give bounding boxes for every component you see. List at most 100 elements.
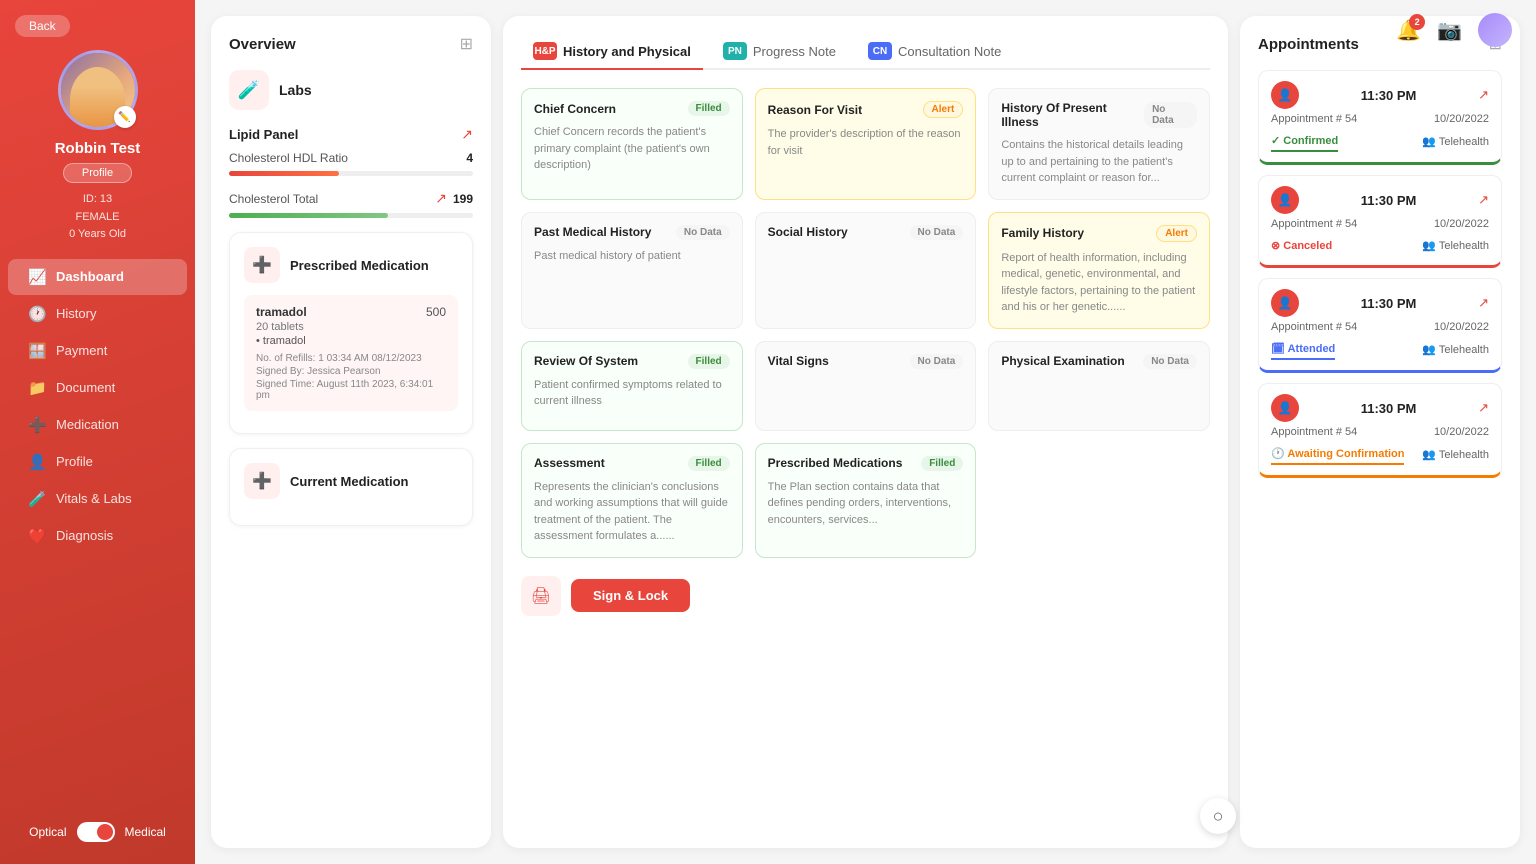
med-name: tramadol: [256, 305, 307, 319]
sidebar-item-label: Dashboard: [56, 269, 124, 284]
appt-link-icon[interactable]: ↗: [1478, 400, 1489, 416]
card-title: Assessment: [534, 456, 605, 470]
appt-time: 11:30 PM: [1361, 296, 1417, 311]
appt-type: 👥 Telehealth: [1422, 239, 1489, 252]
vitals-icon: 🧪: [28, 490, 46, 508]
lipid-edit-icon[interactable]: ↗: [461, 126, 473, 143]
sidebar-item-profile[interactable]: 👤 Profile: [8, 444, 187, 480]
appointment-card-awaiting: 👤 11:30 PM ↗ Appointment # 54 10/20/2022…: [1258, 383, 1502, 478]
appt-link-icon[interactable]: ↗: [1478, 87, 1489, 103]
tab-hp[interactable]: H&P History and Physical: [521, 34, 703, 70]
pn-badge: PN: [723, 42, 747, 60]
chol-progress-bar: [229, 213, 473, 218]
sidebar-item-diagnosis[interactable]: ❤️ Diagnosis: [8, 518, 187, 554]
card-title: Vital Signs: [768, 354, 829, 368]
chart-grid-row1: Chief Concern Filled Chief Concern recor…: [521, 88, 1210, 200]
appt-status: 🕐 Awaiting Confirmation: [1271, 444, 1404, 465]
status-badge: No Data: [910, 225, 964, 240]
notification-badge: 2: [1409, 14, 1425, 30]
card-social-history[interactable]: Social History No Data: [755, 212, 977, 329]
optical-medical-toggle[interactable]: [77, 822, 115, 842]
appt-link-icon[interactable]: ↗: [1478, 192, 1489, 208]
prescribed-med-header: ➕ Prescribed Medication: [244, 247, 458, 283]
cn-badge: CN: [868, 42, 892, 60]
appointments-title: Appointments: [1258, 36, 1359, 53]
status-badge: No Data: [676, 225, 730, 240]
med-ingredient: • tramadol: [256, 335, 446, 347]
chart-panel: H&P History and Physical PN Progress Not…: [503, 16, 1228, 848]
appt-link-icon[interactable]: ↗: [1478, 295, 1489, 311]
chol-total-row: Cholesterol Total ↗ 199: [229, 190, 473, 207]
chart-grid-row4: Assessment Filled Represents the clinici…: [521, 443, 1210, 558]
sidebar: Back ✏️ Robbin Test Profile ID: 13 FEMAL…: [0, 0, 195, 864]
card-family-history[interactable]: Family History Alert Report of health in…: [988, 212, 1210, 329]
print-button[interactable]: 🖨: [521, 576, 561, 616]
appt-type: 👥 Telehealth: [1422, 343, 1489, 356]
profile-button[interactable]: Profile: [63, 163, 132, 183]
hdl-value: 4: [466, 151, 473, 165]
sidebar-item-payment[interactable]: 🪟 Payment: [8, 333, 187, 369]
card-desc: Contains the historical details leading …: [1001, 137, 1197, 187]
med-refills: No. of Refills: 1 03:34 AM 08/12/2023: [256, 353, 446, 364]
card-title: Prescribed Medications: [768, 456, 903, 470]
status-badge: Filled: [688, 101, 730, 116]
user-avatar[interactable]: [1478, 13, 1512, 47]
card-title: Review Of System: [534, 354, 638, 368]
avatar: ✏️: [58, 50, 138, 130]
med-tablets: 20 tablets: [256, 321, 446, 333]
med-dose: 500: [426, 305, 446, 319]
diagnosis-icon: ❤️: [28, 527, 46, 545]
sidebar-item-label: Profile: [56, 454, 93, 469]
chol-edit-icon[interactable]: ↗: [435, 190, 447, 207]
sign-lock-row: 🖨 Sign & Lock: [521, 576, 1210, 616]
sign-lock-button[interactable]: Sign & Lock: [571, 579, 690, 612]
card-assessment[interactable]: Assessment Filled Represents the clinici…: [521, 443, 743, 558]
medication-icon: ➕: [28, 416, 46, 434]
notification-bell[interactable]: 🔔 2: [1396, 18, 1421, 43]
card-chief-concern[interactable]: Chief Concern Filled Chief Concern recor…: [521, 88, 743, 200]
chol-total-label: Cholesterol Total: [229, 192, 318, 206]
sidebar-item-document[interactable]: 📁 Document: [8, 370, 187, 406]
overview-header: Overview ⊞: [229, 34, 473, 54]
status-badge: Alert: [923, 101, 964, 118]
appt-date: 10/20/2022: [1434, 426, 1489, 438]
tab-hp-label: History and Physical: [563, 44, 691, 59]
status-badge: No Data: [910, 354, 964, 369]
card-review-of-system[interactable]: Review Of System Filled Patient confirme…: [521, 341, 743, 431]
medical-label: Medical: [125, 825, 166, 839]
lipid-panel-header: Lipid Panel ↗: [229, 126, 473, 143]
status-badge: Filled: [688, 354, 730, 369]
tab-pn[interactable]: PN Progress Note: [711, 34, 848, 70]
sidebar-item-vitals[interactable]: 🧪 Vitals & Labs: [8, 481, 187, 517]
tab-cn[interactable]: CN Consultation Note: [856, 34, 1013, 70]
overview-layout-icon[interactable]: ⊞: [460, 34, 473, 54]
sidebar-item-dashboard[interactable]: 📈 Dashboard: [8, 259, 187, 295]
card-past-medical[interactable]: Past Medical History No Data Past medica…: [521, 212, 743, 329]
appointment-card-confirmed: 👤 11:30 PM ↗ Appointment # 54 10/20/2022…: [1258, 70, 1502, 165]
card-history-present[interactable]: History Of Present Illness No Data Conta…: [988, 88, 1210, 200]
card-desc: Represents the clinician's conclusions a…: [534, 479, 730, 545]
prescribed-med-icon: ➕: [244, 247, 280, 283]
appt-time: 11:30 PM: [1361, 193, 1417, 208]
card-vital-signs[interactable]: Vital Signs No Data: [755, 341, 977, 431]
card-prescribed-medications[interactable]: Prescribed Medications Filled The Plan s…: [755, 443, 977, 558]
appt-avatar: 👤: [1271, 81, 1299, 109]
edit-avatar-icon[interactable]: ✏️: [114, 106, 136, 128]
sidebar-item-history[interactable]: 🕐 History: [8, 296, 187, 332]
patient-name: Robbin Test: [55, 140, 141, 157]
payment-icon: 🪟: [28, 342, 46, 360]
hdl-label: Cholesterol HDL Ratio: [229, 151, 348, 165]
float-action-button[interactable]: ○: [1200, 798, 1236, 834]
med-item: tramadol 500 20 tablets • tramadol No. o…: [244, 295, 458, 411]
appt-status: 🗓 Attended: [1271, 339, 1335, 360]
labs-label: Labs: [279, 82, 312, 98]
card-desc: The Plan section contains data that defi…: [768, 479, 964, 529]
appt-number: Appointment # 54: [1271, 218, 1357, 230]
sidebar-item-medication[interactable]: ➕ Medication: [8, 407, 187, 443]
sidebar-item-label: Payment: [56, 343, 107, 358]
video-call-icon[interactable]: 📷: [1437, 18, 1462, 43]
card-physical-examination[interactable]: Physical Examination No Data: [988, 341, 1210, 431]
document-icon: 📁: [28, 379, 46, 397]
back-button[interactable]: Back: [15, 15, 70, 37]
card-reason-for-visit[interactable]: Reason For Visit Alert The provider's de…: [755, 88, 977, 200]
